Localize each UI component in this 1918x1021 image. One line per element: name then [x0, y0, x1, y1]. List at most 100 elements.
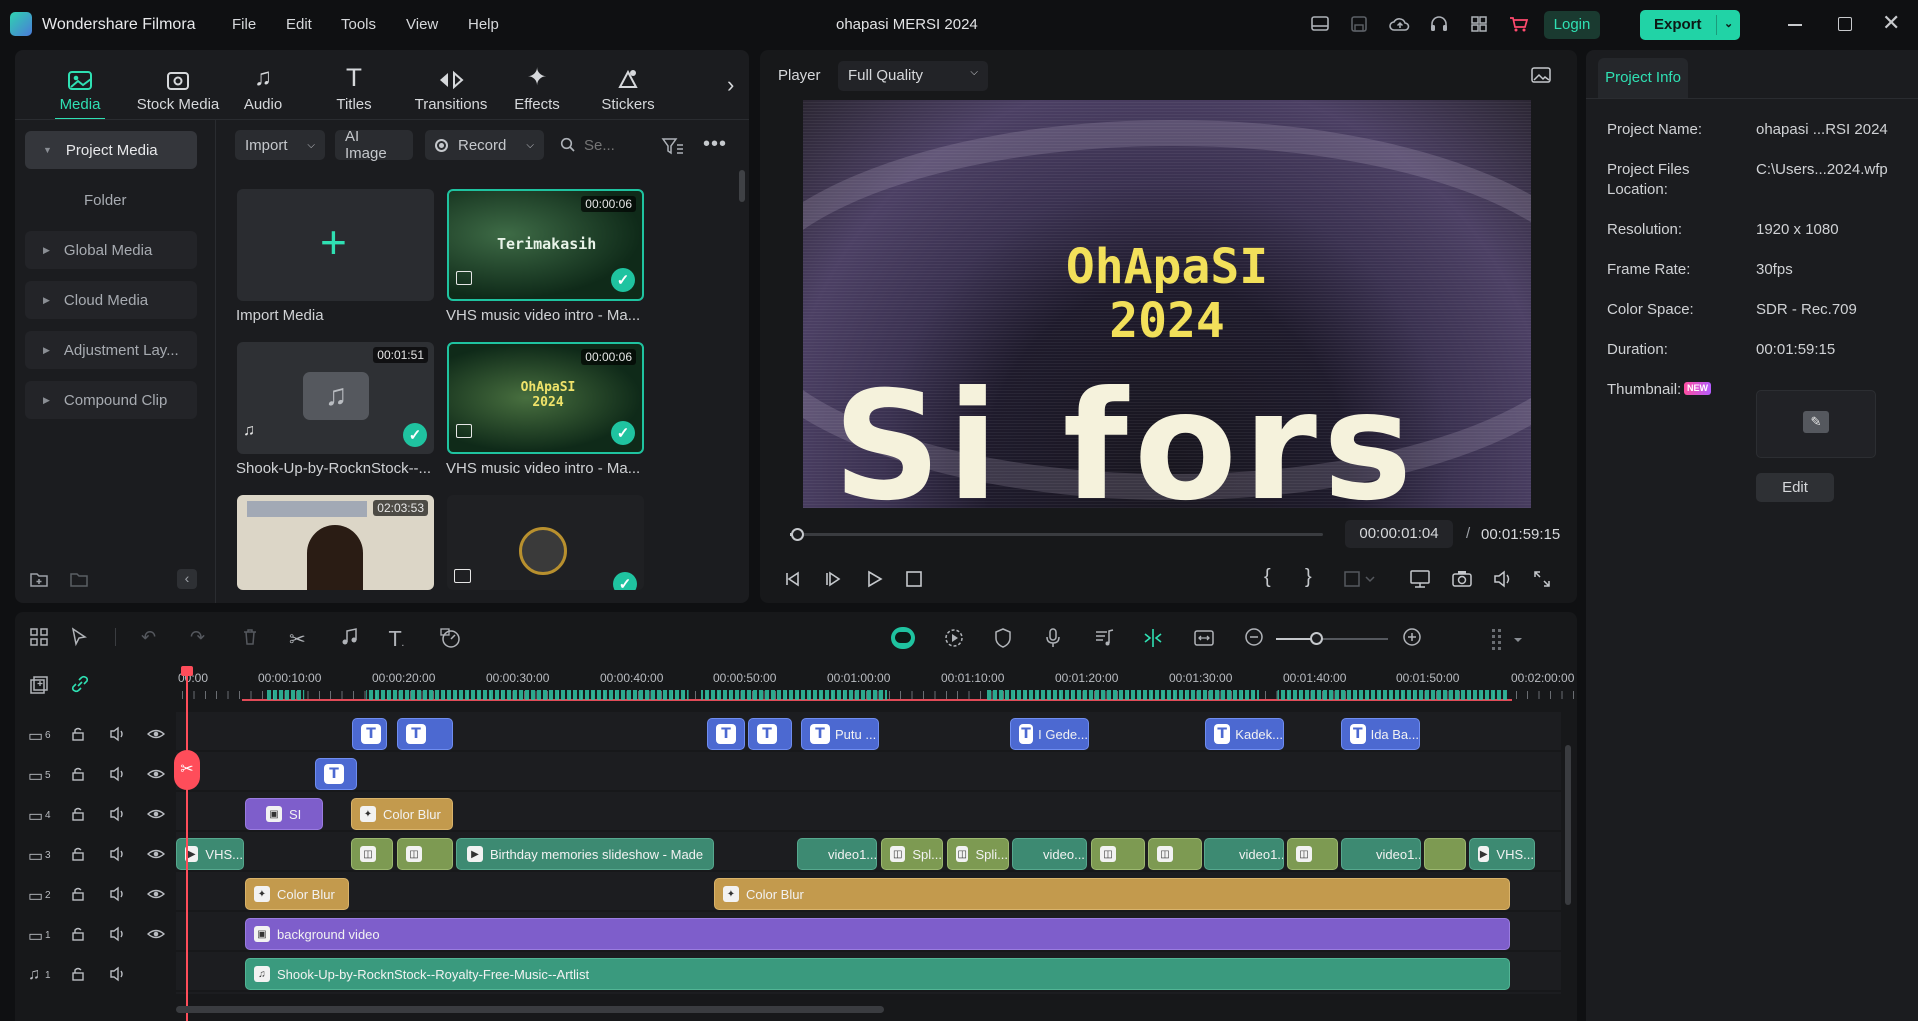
cloud-upload-icon[interactable]: [1389, 15, 1411, 35]
media-thumb-webcam[interactable]: 02:03:53: [237, 495, 434, 590]
link-icon[interactable]: [70, 674, 90, 694]
sidebar-item-compound-clip[interactable]: ▶ Compound Clip: [25, 381, 197, 419]
video-clip-vhs-outro[interactable]: ▶ VHS...: [1469, 838, 1535, 870]
new-folder-icon[interactable]: [29, 570, 49, 588]
eye-icon[interactable]: [147, 926, 165, 942]
auto-reframe-icon[interactable]: [943, 627, 965, 649]
layout-grid-icon[interactable]: [29, 627, 49, 647]
save-icon[interactable]: [1349, 15, 1371, 35]
transition-clip[interactable]: [1424, 838, 1466, 870]
background-video-clip[interactable]: ▣ background video: [245, 918, 1510, 950]
fit-timeline-icon[interactable]: [1193, 627, 1215, 649]
scissors-playhead-icon[interactable]: ✂: [174, 750, 200, 790]
speaker-icon[interactable]: [109, 966, 127, 982]
select-tool-icon[interactable]: [69, 627, 91, 647]
speaker-icon[interactable]: [109, 766, 127, 782]
audio-mixer-icon[interactable]: [1093, 627, 1115, 649]
cart-icon[interactable]: [1508, 15, 1530, 35]
insert-clip-icon[interactable]: [1342, 569, 1378, 589]
title-clip[interactable]: T: [748, 718, 792, 750]
speaker-icon[interactable]: [109, 846, 127, 862]
login-button[interactable]: Login: [1544, 11, 1600, 39]
timeline-hscroll[interactable]: [176, 1006, 884, 1013]
video-clip[interactable]: video1...: [1204, 838, 1284, 870]
camera-icon[interactable]: [1451, 569, 1473, 589]
eye-icon[interactable]: [147, 766, 165, 782]
sidebar-item-adjustment-layer[interactable]: ▶ Adjustment Lay...: [25, 331, 197, 369]
edit-thumbnail-button[interactable]: Edit: [1756, 473, 1834, 502]
title-clip[interactable]: TI Gede...: [1010, 718, 1089, 750]
transition-clip[interactable]: ◫ Spli...: [947, 838, 1009, 870]
folder-import-icon[interactable]: [69, 570, 89, 588]
quality-dropdown[interactable]: Full Quality ⌵: [838, 61, 988, 91]
play-icon[interactable]: [864, 569, 884, 589]
current-time-field[interactable]: 00:00:01:04: [1345, 520, 1453, 548]
scissors-icon[interactable]: ✂: [289, 627, 306, 652]
sidebar-item-cloud-media[interactable]: ▶ Cloud Media: [25, 281, 197, 319]
media-thumb-audio[interactable]: ♫ 00:01:51 ♫ ✓: [237, 342, 434, 454]
title-clip[interactable]: T: [707, 718, 745, 750]
title-clip[interactable]: T: [397, 718, 453, 750]
video-clip-birthday-slideshow[interactable]: ▶ Birthday memories slideshow - Made: [456, 838, 714, 870]
speaker-icon[interactable]: [109, 886, 127, 902]
menu-edit[interactable]: Edit: [286, 16, 312, 33]
menu-tools[interactable]: Tools: [341, 16, 376, 33]
playhead-knob[interactable]: [790, 528, 804, 541]
transition-clip[interactable]: ◫: [1091, 838, 1145, 870]
video-clip[interactable]: video1...: [797, 838, 877, 870]
eye-icon[interactable]: [147, 726, 165, 742]
video-clip[interactable]: video...: [1012, 838, 1087, 870]
effect-clip-color-blur[interactable]: ✦ Color Blur: [245, 878, 349, 910]
ai-image-button[interactable]: AI Image: [335, 128, 413, 162]
tab-project-info[interactable]: Project Info: [1598, 58, 1688, 98]
volume-icon[interactable]: [1492, 569, 1514, 589]
thumbnail-preview[interactable]: ✎: [1756, 390, 1876, 458]
transition-clip[interactable]: ◫: [397, 838, 453, 870]
filter-icon[interactable]: [661, 136, 685, 156]
minimize-icon[interactable]: [1788, 24, 1802, 26]
zoom-out-icon[interactable]: [1244, 627, 1264, 647]
lock-icon[interactable]: [71, 926, 85, 942]
tab-stock-media[interactable]: Stock Media: [128, 58, 228, 113]
prev-frame-icon[interactable]: [783, 569, 803, 589]
transition-clip[interactable]: ◫ Spl...: [881, 838, 943, 870]
lock-icon[interactable]: [71, 966, 85, 982]
speaker-icon[interactable]: [109, 726, 127, 742]
title-clip[interactable]: T: [352, 718, 387, 750]
title-clip[interactable]: T Kadek...: [1205, 718, 1284, 750]
overlay-clip-si[interactable]: ▣ SI: [245, 798, 323, 830]
headset-icon[interactable]: [1429, 15, 1451, 35]
lock-icon[interactable]: [71, 766, 85, 782]
video-preview[interactable]: OhApaSI 2024 Si fors: [803, 100, 1531, 508]
media-scrollbar[interactable]: [739, 170, 745, 202]
lock-icon[interactable]: [71, 806, 85, 822]
transition-clip[interactable]: ◫: [351, 838, 393, 870]
record-dropdown[interactable]: Record ⌵: [425, 130, 544, 160]
more-options-icon[interactable]: •••: [703, 133, 727, 156]
layout-icon[interactable]: [1310, 15, 1332, 35]
playback-progress-track[interactable]: [790, 533, 1323, 536]
track-height-icon[interactable]: [1490, 627, 1526, 651]
transition-clip[interactable]: ◫: [1148, 838, 1202, 870]
title-clip[interactable]: T Putu ...: [801, 718, 879, 750]
eye-icon[interactable]: [147, 886, 165, 902]
tab-audio[interactable]: ♫ Audio: [220, 58, 306, 113]
mark-in-icon[interactable]: {: [1264, 566, 1271, 589]
menu-file[interactable]: File: [232, 16, 256, 33]
collapse-sidebar-icon[interactable]: ‹: [177, 569, 197, 589]
lock-icon[interactable]: [71, 846, 85, 862]
timeline-vscroll[interactable]: [1565, 745, 1571, 905]
audio-edit-icon[interactable]: [338, 627, 362, 647]
lock-icon[interactable]: [71, 726, 85, 742]
shield-icon[interactable]: [993, 627, 1013, 649]
import-dropdown[interactable]: Import ⌵: [235, 130, 325, 160]
playhead-handle[interactable]: [181, 666, 193, 676]
eye-icon[interactable]: [147, 846, 165, 862]
tab-media[interactable]: Media: [37, 58, 123, 113]
title-clip[interactable]: T Ida Ba...: [1341, 718, 1420, 750]
eye-icon[interactable]: [147, 806, 165, 822]
sidebar-item-project-media[interactable]: ▼ Project Media: [25, 131, 197, 169]
microphone-icon[interactable]: [1043, 627, 1063, 649]
speed-icon[interactable]: [439, 627, 463, 649]
add-text-icon[interactable]: T.: [389, 627, 404, 651]
